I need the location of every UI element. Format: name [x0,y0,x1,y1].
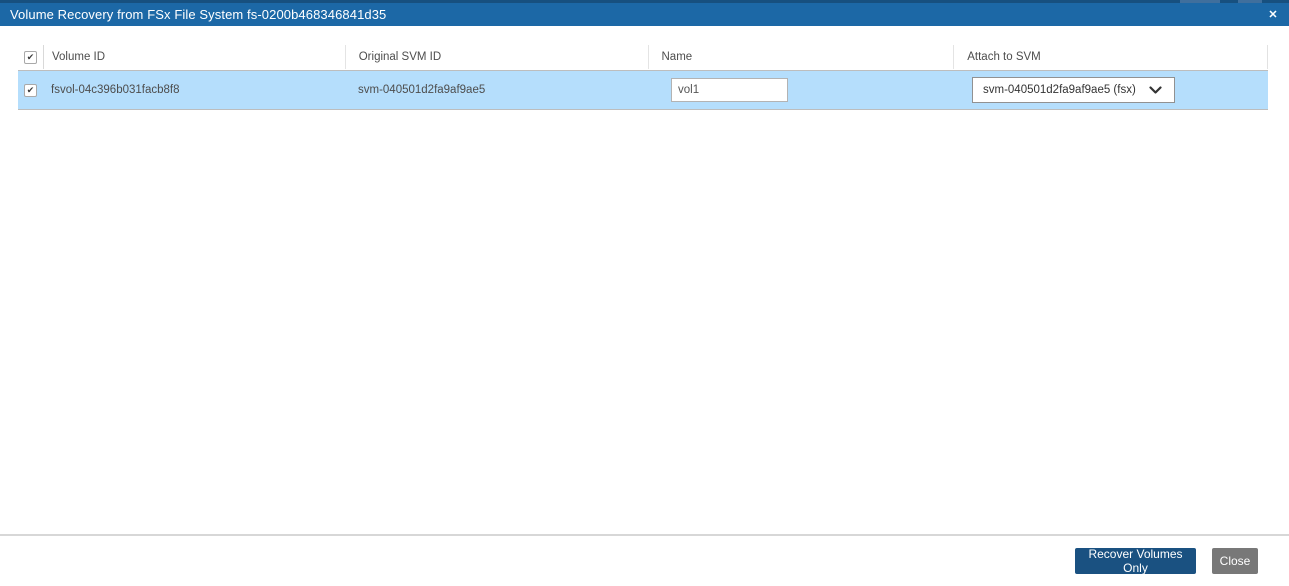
volume-id-cell: fsvol-04c396b031facb8f8 [51,84,180,96]
close-button[interactable]: Close [1212,548,1258,574]
column-header-volume-id: Volume ID [42,45,345,69]
select-all-checkbox[interactable]: ✔ [23,50,37,64]
modal-dialog: Volume Recovery from FSx File System fs-… [0,0,1289,586]
column-header-attach-to-svm: Attach to SVM [953,45,1267,69]
volume-name-input[interactable] [671,78,788,102]
modal-header: Volume Recovery from FSx File System fs-… [0,3,1289,26]
select-all-cell: ✔ [18,45,43,69]
modal-title: Volume Recovery from FSx File System fs-… [10,7,387,22]
close-icon[interactable]: ✕ [1264,3,1282,26]
name-cell [648,71,954,109]
attach-svm-select[interactable]: svm-040501d2fa9af9ae5 (fsx) [972,77,1175,103]
table-row[interactable]: ✔ fsvol-04c396b031facb8f8 svm-040501d2fa… [18,70,1268,110]
row-checkbox-cell: ✔ [18,71,43,109]
chevron-down-icon [1149,85,1162,95]
column-header-name: Name [647,45,954,69]
recover-volumes-only-button[interactable]: Recover Volumes Only [1075,547,1196,575]
attach-svm-cell: svm-040501d2fa9af9ae5 (fsx) [954,71,1268,109]
column-header-original-svm-id: Original SVM ID [344,45,648,69]
table-header: ✔ Volume ID Original SVM ID Name Attach … [18,45,1268,69]
attach-svm-selected-value: svm-040501d2fa9af9ae5 (fsx) [983,84,1136,96]
row-checkbox[interactable]: ✔ [24,83,37,97]
check-icon: ✔ [26,51,35,62]
footer-divider [0,534,1289,536]
original-svm-id-cell: svm-040501d2fa9af9ae5 [358,84,486,96]
check-icon: ✔ [26,84,35,95]
